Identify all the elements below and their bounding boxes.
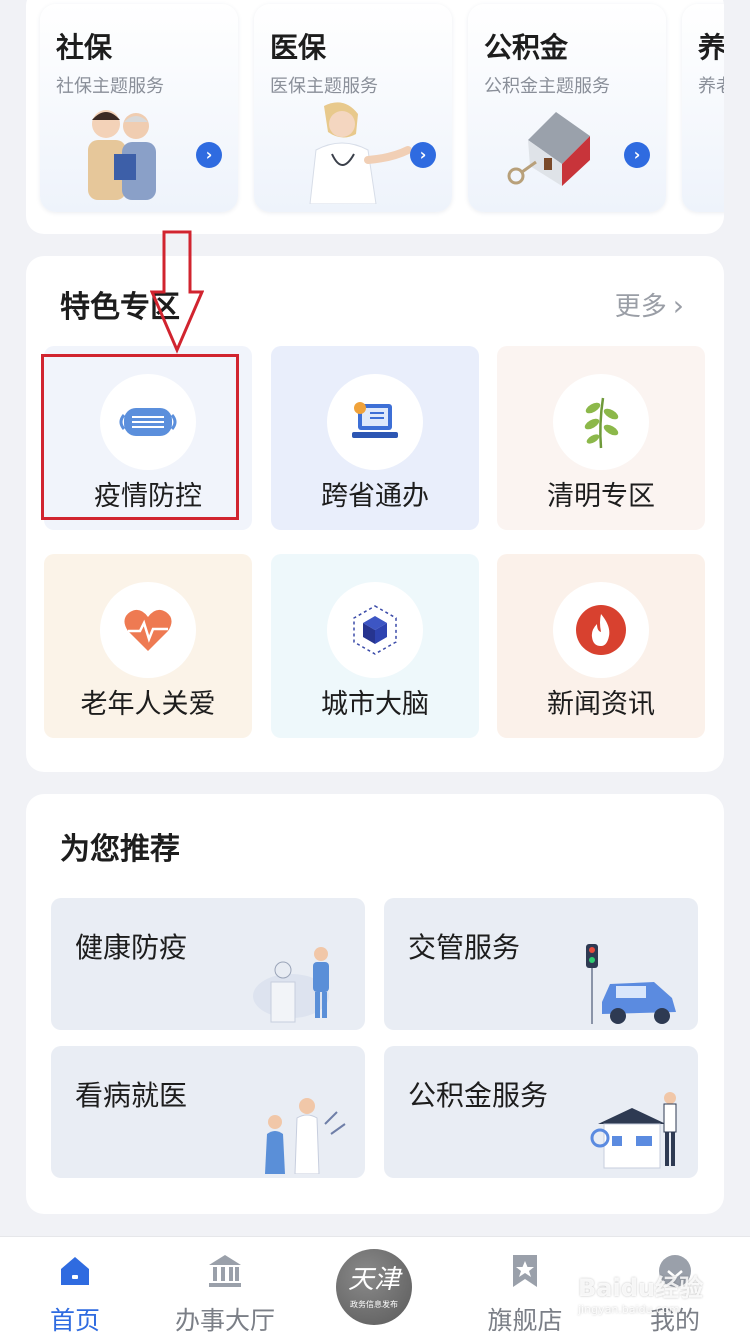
bookmark-star-icon [513, 1255, 537, 1287]
featured-section: 特色专区 更多 › 疫情防控 跨省通办 清明专区 老年人关爱 城市大脑 新闻资讯 [26, 256, 724, 772]
theme-card-subtitle: 公积金主题服务 [484, 76, 610, 97]
icon-circle [553, 582, 649, 678]
theme-cards-row: 社保 社保主题服务 › 医保 医保主题服务 › 公积金 公积金主题服务 › 养 … [40, 4, 724, 212]
bank-hall-icon [209, 1255, 241, 1287]
feature-label: 清明专区 [547, 481, 655, 512]
house-person-illustration [590, 1092, 677, 1169]
heart-pulse-icon [124, 609, 172, 651]
section-title: 特色专区 [60, 290, 180, 325]
face-mask-icon [119, 408, 177, 436]
go-arrow-button[interactable]: › [196, 142, 222, 168]
feature-label: 老年人关爱 [80, 689, 216, 720]
feature-news[interactable]: 新闻资讯 [497, 554, 705, 738]
recommend-health-epidemic[interactable]: 健康防疫 [51, 898, 365, 1030]
city-logo-button[interactable]: 天津 政务信息发布 [336, 1249, 412, 1325]
leaf-branch-icon [584, 397, 619, 449]
watermark-subtext: jingyan.baidu.com [578, 1303, 680, 1316]
tab-label: 首页 [49, 1306, 100, 1334]
theme-card-title: 医保 [270, 31, 327, 64]
theme-card-pension[interactable]: 养 养老 [682, 4, 724, 212]
recommend-section: 为您推荐 健康防疫 交管服务 看病就医 公积金服务 [26, 794, 724, 1214]
city-logo-text: 天津 [347, 1265, 400, 1295]
laptop-service-icon [352, 402, 398, 438]
theme-services-panel: 社保 社保主题服务 › 医保 医保主题服务 › 公积金 公积金主题服务 › 养 … [26, 0, 724, 234]
baidu-watermark: Baidu经验 jingyan.baidu.com [578, 1268, 703, 1316]
elderly-couple-illustration [88, 110, 156, 200]
feature-label: 疫情防控 [94, 481, 202, 512]
go-arrow-button[interactable]: › [624, 142, 650, 168]
more-link[interactable]: 更多 › [615, 286, 684, 323]
theme-card-subtitle: 社保主题服务 [56, 76, 164, 97]
house-key-illustration [507, 112, 590, 186]
theme-card-title: 公积金 [484, 31, 569, 64]
feature-qingming[interactable]: 清明专区 [497, 346, 705, 530]
recommend-label: 公积金服务 [408, 1079, 549, 1112]
icon-circle [100, 582, 196, 678]
tab-label: 办事大厅 [174, 1306, 275, 1334]
recommend-medical-visit[interactable]: 看病就医 [51, 1046, 365, 1178]
recommend-traffic-service[interactable]: 交管服务 [384, 898, 698, 1030]
cube-network-icon [353, 605, 397, 655]
feature-elderly-care[interactable]: 老年人关爱 [44, 554, 252, 738]
more-label: 更多 [614, 292, 667, 322]
feature-city-brain[interactable]: 城市大脑 [271, 554, 479, 738]
theme-card-title: 社保 [56, 31, 113, 64]
feature-label: 跨省通办 [321, 481, 429, 512]
theme-card-housing-fund[interactable]: 公积金 公积金主题服务 › [468, 4, 666, 212]
section-title: 为您推荐 [60, 832, 180, 867]
feature-epidemic-control[interactable]: 疫情防控 [44, 346, 252, 530]
theme-card-medical-insurance[interactable]: 医保 医保主题服务 › [254, 4, 452, 212]
feature-label: 新闻资讯 [547, 689, 655, 720]
watermark-text: Baidu经验 [578, 1274, 703, 1302]
recommend-label: 交管服务 [408, 931, 521, 964]
tab-service-hall[interactable]: 办事大厅 [150, 1237, 300, 1334]
feature-label: 城市大脑 [321, 689, 429, 720]
theme-card-social-security[interactable]: 社保 社保主题服务 › [40, 4, 238, 212]
nurse-illustration [253, 947, 329, 1023]
car-traffic-light-illustration [586, 944, 676, 1024]
theme-card-title: 养 [698, 31, 724, 64]
recommend-label: 看病就医 [75, 1079, 188, 1112]
icon-circle [327, 374, 423, 470]
theme-card-subtitle: 养老 [698, 76, 724, 97]
chevron-right-icon: › [672, 289, 684, 322]
icon-circle [100, 374, 196, 470]
recommend-housing-fund-service[interactable]: 公积金服务 [384, 1046, 698, 1178]
tab-home[interactable]: 首页 [0, 1237, 150, 1334]
icon-circle [327, 582, 423, 678]
go-arrow-button[interactable]: › [410, 142, 436, 168]
feature-cross-province[interactable]: 跨省通办 [271, 346, 479, 530]
flame-icon [576, 605, 626, 655]
doctor-patient-illustration [265, 1098, 346, 1174]
icon-circle [553, 374, 649, 470]
doctor-illustration [309, 102, 412, 204]
home-icon [61, 1257, 89, 1285]
city-logo-subtext: 政务信息发布 [350, 1300, 398, 1309]
theme-card-subtitle: 医保主题服务 [270, 76, 378, 97]
recommend-label: 健康防疫 [75, 931, 188, 964]
